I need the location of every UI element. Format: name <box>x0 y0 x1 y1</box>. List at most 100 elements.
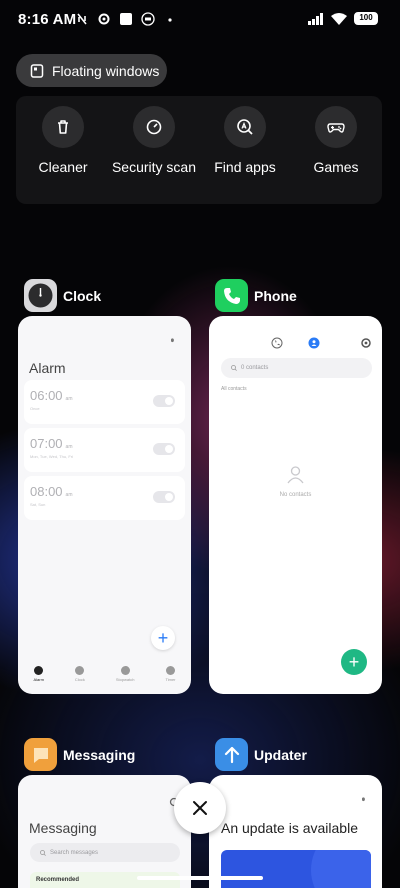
security-scan-label: Security scan <box>111 159 197 175</box>
alarm-title: Alarm <box>29 360 66 376</box>
all-contacts-filter: All contacts <box>221 386 247 392</box>
floating-window-icon <box>30 63 44 78</box>
updater-recent-card[interactable]: ••• An update is available <box>209 775 382 888</box>
updater-app-header[interactable]: Updater <box>215 738 307 771</box>
quick-actions-panel: Cleaner Security scan Find apps Games <box>16 96 382 204</box>
phone-recent-card[interactable]: 0 contacts All contacts No contacts + <box>209 316 382 694</box>
update-banner <box>221 850 371 888</box>
alarm-time: 08:00 am <box>30 484 73 499</box>
dot-icon <box>168 18 172 22</box>
call-log-icon <box>271 337 283 349</box>
alarm-period: am <box>65 492 73 498</box>
close-icon <box>193 801 207 815</box>
alarm-row: 07:00 am Mon, Tue, Wed, Thu, Fri <box>24 428 185 472</box>
clock-app-name: Clock <box>63 287 102 304</box>
contacts-search: 0 contacts <box>221 358 372 378</box>
more-menu-icon: ••• <box>357 797 368 799</box>
timer-tab-icon <box>165 666 175 675</box>
gamepad-icon <box>327 123 345 133</box>
empty-contact-icon <box>287 466 304 484</box>
alarm-time-value: 07:00 <box>30 436 63 451</box>
tab-timer: Timer <box>165 666 176 694</box>
clear-all-button[interactable] <box>174 782 226 834</box>
messaging-app-name: Messaging <box>63 746 136 763</box>
contacts-search-placeholder: 0 contacts <box>241 365 269 371</box>
updater-app-name: Updater <box>254 746 307 763</box>
floating-windows-button[interactable]: Floating windows <box>16 54 167 87</box>
cleaner-button[interactable]: Cleaner <box>18 106 108 175</box>
alarm-toggle <box>153 395 175 407</box>
games-icon-circle <box>315 106 357 148</box>
tab-alarm: Alarm <box>33 666 44 694</box>
games-button[interactable]: Games <box>291 106 381 175</box>
alarm-repeat: Once <box>30 406 40 411</box>
cleaner-icon-circle <box>42 106 84 148</box>
phone-app-icon <box>215 279 248 312</box>
alarm-toggle <box>153 443 175 455</box>
tab-label: Alarm <box>33 677 44 682</box>
search-icon <box>40 849 46 856</box>
clock-recent-card[interactable]: ••• Alarm 06:00 am Once 07:00 am Mon, Tue,… <box>18 316 191 694</box>
messages-search: Search messages <box>30 843 180 862</box>
status-time: 8:16 AM <box>18 11 77 28</box>
tab-clock: Clock <box>75 666 85 694</box>
alarm-time-value: 06:00 <box>30 388 63 403</box>
security-scan-button[interactable]: Security scan <box>109 106 199 175</box>
clock-icon <box>28 283 53 308</box>
find-apps-icon-circle <box>224 106 266 148</box>
find-apps-button[interactable]: Find apps <box>200 106 290 175</box>
messaging-app-header[interactable]: Messaging <box>24 738 135 771</box>
alarm-period: am <box>65 396 73 402</box>
no-contacts-text: No contacts <box>279 492 312 498</box>
vibrate-off-icon <box>77 13 87 25</box>
tab-label: Stopwatch <box>115 677 135 682</box>
messaging-app-icon <box>24 738 57 771</box>
add-contact-icon: + <box>341 649 367 675</box>
stopwatch-tab-icon <box>120 666 130 675</box>
alarm-time: 07:00 am <box>30 436 73 451</box>
settings-gear-icon <box>361 338 371 348</box>
search-app-icon <box>237 119 253 135</box>
clock-tab-icon <box>75 666 85 675</box>
alarm-repeat: Mon, Tue, Wed, Thu, Fri <box>30 454 73 459</box>
alarm-time-value: 08:00 <box>30 484 63 499</box>
phone-app-header[interactable]: Phone <box>215 279 297 312</box>
tab-label: Clock <box>74 677 85 682</box>
phone-app-name: Phone <box>254 287 297 304</box>
messaging-recent-card[interactable]: Messaging Search messages Recommended <box>18 775 191 888</box>
update-available-title: An update is available <box>221 820 358 836</box>
status-system-icons: 100 <box>308 12 378 25</box>
alarm-repeat: Sat, Sun <box>30 502 46 507</box>
messages-search-placeholder: Search messages <box>50 849 99 856</box>
clock-app-icon <box>24 279 57 312</box>
square-icon <box>120 13 132 25</box>
trash-icon <box>58 120 68 134</box>
messaging-title: Messaging <box>29 820 97 836</box>
arrow-up-icon <box>224 746 239 763</box>
message-bubble-icon <box>33 747 48 763</box>
hd-badge-icon <box>141 12 155 26</box>
add-alarm-icon: + <box>151 626 175 650</box>
games-label: Games <box>313 159 359 175</box>
tab-label: Timer <box>165 677 176 682</box>
alarm-row: 08:00 am Sat, Sun <box>24 476 185 520</box>
signal-icon <box>308 12 323 25</box>
cleaner-label: Cleaner <box>38 159 88 175</box>
more-menu-icon: ••• <box>166 338 177 340</box>
battery-icon: 100 <box>354 12 378 25</box>
clock-app-header[interactable]: Clock <box>24 279 101 312</box>
alarm-tab-icon <box>34 666 44 675</box>
gauge-icon <box>146 119 162 135</box>
status-bar: 8:16 AM 100 <box>0 0 400 40</box>
alarm-toggle <box>153 491 175 503</box>
security-scan-icon-circle <box>133 106 175 148</box>
clock-tab-bar: Alarm Clock Stopwatch Timer <box>18 666 191 694</box>
contacts-tab-icon <box>308 337 320 349</box>
gesture-nav-bar[interactable] <box>137 876 263 880</box>
gear-icon <box>98 13 110 25</box>
updater-app-icon <box>215 738 248 771</box>
search-icon <box>231 365 237 371</box>
wifi-icon <box>331 12 347 25</box>
status-notification-icons <box>74 11 178 27</box>
recommended-section: Recommended <box>30 872 180 888</box>
